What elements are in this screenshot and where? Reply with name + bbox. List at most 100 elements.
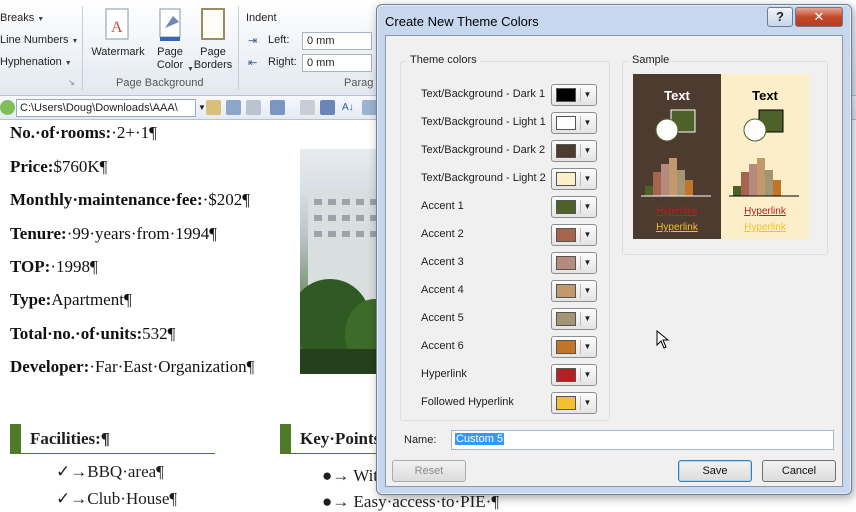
sample-group: Sample Text Text Hyperlink Hyperlink Hyp… (622, 54, 828, 255)
key-points-heading-text: Key·Points (300, 429, 381, 448)
page-color-button[interactable]: Page Color ▼ (148, 8, 194, 73)
indent-left-input[interactable]: 0 mm (302, 32, 372, 50)
detail-line-units: Total·no.·of·units:532¶ (10, 324, 175, 344)
ribbon-divider (238, 6, 239, 90)
sample-followed-dark: Hyperlink (656, 222, 699, 233)
document-icon[interactable] (206, 100, 221, 115)
detail-line-developer: Developer:·Far·East·Organization¶ (10, 357, 254, 377)
sort-icon[interactable]: A↓ (342, 100, 357, 115)
watermark-button[interactable]: A Watermark (86, 8, 150, 59)
address-path-field[interactable]: C:\Users\Doug\Downloads\AAA\ (16, 99, 196, 117)
theme-color-label: Accent 1 (421, 200, 464, 212)
watermark-label: Watermark (91, 46, 145, 58)
chevron-down-icon: ▼ (580, 144, 594, 158)
indent-left-icon: ⇥ (248, 35, 258, 47)
theme-name-input[interactable]: Custom 5 (451, 430, 834, 450)
dialog-titlebar[interactable]: Create New Theme Colors ? ✕ (377, 5, 851, 35)
color-picker-button[interactable]: ▼ (551, 252, 597, 274)
detail-value: ·$202¶ (202, 190, 251, 209)
address-path-text: C:\Users\Doug\Downloads\AAA\ (20, 102, 178, 114)
chevron-down-icon: ▼ (580, 88, 594, 102)
ribbon-divider (82, 6, 83, 90)
detail-value: Apartment¶ (51, 290, 132, 309)
cancel-button-label: Cancel (781, 465, 817, 477)
indent-left-label: Left: (268, 34, 290, 46)
close-icon: ✕ (813, 9, 825, 24)
indent-right-input[interactable]: 0 mm (302, 54, 372, 72)
page-background-group-label: Page Background (116, 77, 204, 89)
color-swatch (556, 368, 576, 382)
page-color-icon (157, 8, 183, 42)
sample-dark-text: Text (664, 88, 690, 103)
close-button[interactable]: ✕ (795, 7, 843, 27)
detail-line-price: Price:$760K¶ (10, 157, 107, 177)
theme-color-label: Accent 3 (421, 256, 464, 268)
theme-color-label: Accent 5 (421, 312, 464, 324)
theme-color-label: Text/Background - Light 1 (421, 116, 546, 128)
detail-value: ·1998¶ (50, 257, 98, 276)
theme-color-label: Hyperlink (421, 368, 467, 380)
color-picker-button[interactable]: ▼ (551, 280, 597, 302)
print-icon[interactable] (226, 100, 241, 115)
save-button[interactable]: Save (678, 460, 752, 482)
grid-icon[interactable] (320, 100, 335, 115)
color-picker-button[interactable]: ▼ (551, 84, 597, 106)
reset-button[interactable]: Reset (392, 460, 466, 482)
detail-label: TOP: (10, 257, 51, 276)
dialog-launcher-icon[interactable]: ↘ (68, 78, 75, 87)
page-color-label: Page Color (156, 46, 184, 71)
theme-color-label: Followed Hyperlink (421, 396, 514, 408)
color-swatch (556, 228, 576, 242)
chevron-down-icon: ▼ (580, 340, 594, 354)
name-label: Name: (404, 434, 437, 446)
chevron-down-icon: ▼ (37, 16, 45, 23)
chevron-down-icon: ▼ (580, 284, 594, 298)
detail-value: ·99·years·from·1994¶ (66, 224, 217, 243)
dialog-content: Theme colors Text/Background - Dark 1 ▼ Te… (385, 35, 843, 487)
color-swatch (556, 284, 576, 298)
table-icon[interactable] (270, 100, 285, 115)
detail-label: Monthly·maintenance·fee: (10, 190, 203, 209)
theme-colors-group: Theme colors Text/Background - Dark 1 ▼ Te… (400, 54, 610, 421)
color-picker-button[interactable]: ▼ (551, 392, 597, 414)
color-picker-button[interactable]: ▼ (551, 308, 597, 330)
detail-label: Total·no.·of·units: (10, 324, 143, 343)
facilities-heading: Facilities:¶ (10, 424, 215, 454)
hyphenation-button[interactable]: Hyphenation ▼ (0, 56, 72, 68)
indent-label: Indent (246, 12, 277, 24)
chevron-down-icon: ▼ (580, 368, 594, 382)
tool-icon[interactable] (362, 100, 377, 115)
color-picker-button[interactable]: ▼ (551, 196, 597, 218)
breaks-button[interactable]: Breaks ▼ (0, 12, 44, 24)
sample-preview: Text Text Hyperlink Hyperlink Hyperlink (633, 74, 809, 239)
cancel-button[interactable]: Cancel (762, 460, 836, 482)
sample-light-text: Text (752, 88, 778, 103)
reset-button-label: Reset (414, 465, 444, 477)
color-swatch (556, 116, 576, 130)
sample-label: Sample (629, 54, 673, 66)
indent-right-icon: ⇤ (248, 57, 258, 69)
color-picker-button[interactable]: ▼ (551, 364, 597, 386)
line-numbers-button[interactable]: Line Numbers ▼ (0, 34, 78, 46)
chevron-down-icon: ▼ (580, 116, 594, 130)
chevron-down-icon: ▼ (580, 312, 594, 326)
help-button[interactable]: ? (767, 7, 793, 27)
key-points-heading: Key·Points (280, 424, 380, 454)
color-picker-button[interactable]: ▼ (551, 224, 597, 246)
clipboard-icon[interactable] (246, 100, 261, 115)
chevron-down-icon: ▼ (580, 200, 594, 214)
detail-value: ·Far·East·Organization¶ (89, 357, 255, 376)
mouse-cursor-icon (656, 329, 670, 353)
watermark-icon: A (105, 8, 131, 42)
color-swatch (556, 256, 576, 270)
color-picker-button[interactable]: ▼ (551, 168, 597, 190)
theme-color-label: Text/Background - Dark 1 (421, 88, 546, 100)
color-picker-button[interactable]: ▼ (551, 140, 597, 162)
link-icon[interactable] (300, 100, 315, 115)
line-numbers-label: Line Numbers (0, 34, 69, 46)
page-borders-button[interactable]: Page Borders (192, 8, 234, 72)
facility-item: ✓→Club·House¶ (56, 489, 178, 508)
color-picker-button[interactable]: ▼ (551, 112, 597, 134)
go-icon[interactable] (0, 100, 15, 115)
color-picker-button[interactable]: ▼ (551, 336, 597, 358)
